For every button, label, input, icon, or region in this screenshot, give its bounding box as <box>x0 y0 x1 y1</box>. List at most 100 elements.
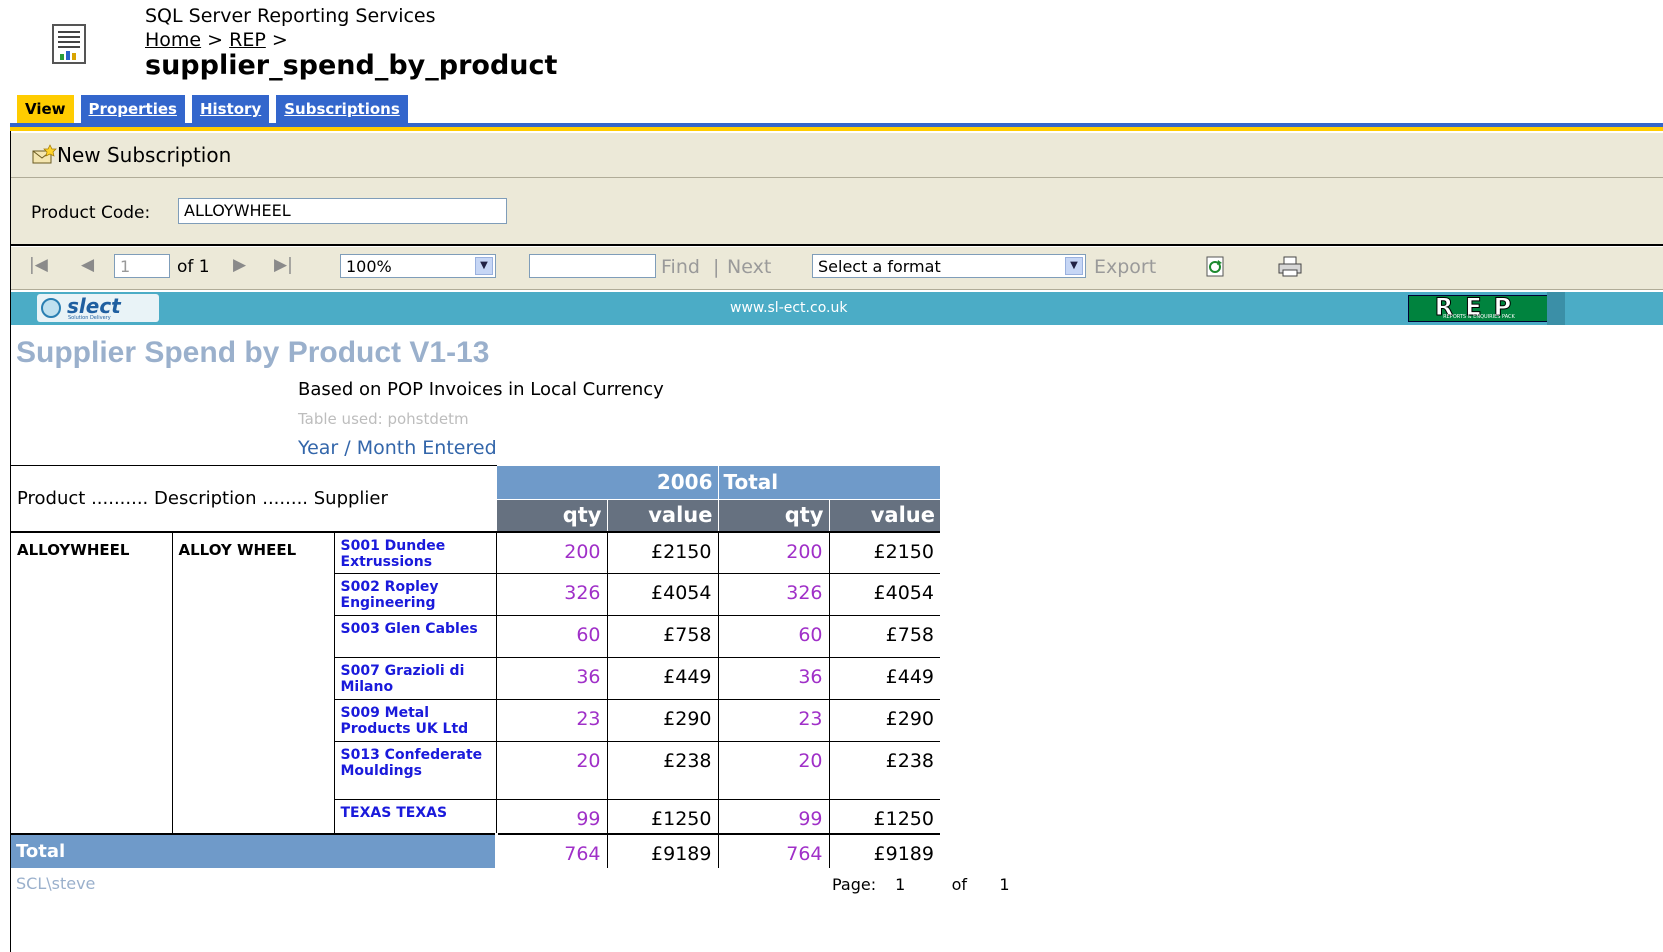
supplier-link[interactable]: S009 Metal Products UK Ltd <box>333 699 496 742</box>
next-page-icon[interactable]: ▶ <box>233 255 246 275</box>
supplier-link[interactable]: S001 Dundee Extrussions <box>333 530 496 574</box>
total-value-cell: £4054 <box>828 573 940 616</box>
table-used-note: Table used: pohstdetm <box>298 410 469 428</box>
breadcrumb: Home > REP > <box>145 29 288 51</box>
parameter-area: Product Code: ALLOYWHEEL <box>11 178 1663 246</box>
tab-history[interactable]: History <box>191 95 270 123</box>
new-subscription-button[interactable]: New Subscription <box>31 143 231 167</box>
qty-column-header: qty <box>495 499 607 532</box>
supplier-link[interactable]: S003 Glen Cables <box>333 615 496 658</box>
total-value-column-header: value <box>828 499 940 532</box>
total-value-cell: £9189 <box>606 832 718 868</box>
report-toolbar: |◀ ◀ 1 of 1 ▶ ▶| 100% ▼ Find | Next Sele… <box>11 247 1663 290</box>
export-format-value: Select a format <box>818 257 941 276</box>
report-title: Supplier Spend by Product V1-13 <box>16 336 490 369</box>
breadcrumb-home-link[interactable]: Home <box>145 29 201 51</box>
total-qty-cell: 36 <box>717 657 829 700</box>
new-subscription-icon <box>32 144 57 164</box>
breadcrumb-separator: > <box>271 29 288 51</box>
breadcrumb-rep-link[interactable]: REP <box>229 29 266 51</box>
refresh-icon[interactable] <box>1205 256 1227 278</box>
page-label: Page: <box>832 875 877 894</box>
report-banner: slect Solution Delivery www.sl-ect.co.uk… <box>11 292 1663 325</box>
total-value-cell: £449 <box>828 657 940 700</box>
slect-logo: slect Solution Delivery <box>37 294 159 322</box>
total-value-cell: £290 <box>828 699 940 742</box>
report-table: Product .......... Description ........ … <box>11 465 940 868</box>
total-qty-cell: 200 <box>717 530 829 574</box>
row-header: Product .......... Description ........ … <box>11 465 496 532</box>
value-cell: £290 <box>606 699 718 742</box>
grand-total-qty-cell: 764 <box>717 832 829 868</box>
banner-url: www.sl-ect.co.uk <box>730 300 848 316</box>
qty-cell: 200 <box>495 530 607 574</box>
qty-cell: 36 <box>495 657 607 700</box>
qty-cell: 23 <box>495 699 607 742</box>
find-link[interactable]: Find <box>661 256 700 278</box>
product-cell: ALLOYWHEEL <box>11 530 172 834</box>
find-input[interactable] <box>529 254 656 278</box>
app-title: SQL Server Reporting Services <box>145 5 436 27</box>
year-column-header: 2006 <box>495 465 718 500</box>
product-code-label: Product Code: <box>31 203 151 223</box>
export-link[interactable]: Export <box>1094 256 1156 278</box>
total-qty-cell: 20 <box>717 741 829 800</box>
rep-logo-tagline: REPORTS & ENQUIRIES PACK <box>1443 314 1515 320</box>
page-count-label: of 1 <box>177 257 210 277</box>
page-total: 1 <box>999 875 1010 894</box>
tab-properties[interactable]: Properties <box>80 95 185 123</box>
supplier-link[interactable]: S013 Confederate Mouldings <box>333 741 496 800</box>
qty-cell: 326 <box>495 573 607 616</box>
page-title: supplier_spend_by_product <box>145 50 558 81</box>
next-link[interactable]: Next <box>727 256 771 278</box>
print-icon[interactable] <box>1277 256 1303 278</box>
value-cell: £1250 <box>606 799 718 834</box>
footer-page-info: Page: 1 of 1 <box>832 875 1010 894</box>
table-row: ALLOYWHEEL ALLOY WHEEL S001 Dundee Extru… <box>11 530 940 834</box>
total-value-cell: £2150 <box>828 530 940 574</box>
zoom-select[interactable]: 100% ▼ <box>340 254 496 278</box>
total-value-cell: £758 <box>828 615 940 658</box>
value-cell: £2150 <box>606 530 718 574</box>
value-cell: £4054 <box>606 573 718 616</box>
year-month-header: Year / Month Entered <box>298 437 497 459</box>
last-page-icon[interactable]: ▶| <box>274 255 293 275</box>
subscription-toolbar: New Subscription <box>11 133 1663 178</box>
page-number-input[interactable]: 1 <box>114 254 170 278</box>
total-qty-cell: 326 <box>717 573 829 616</box>
previous-page-icon[interactable]: ◀ <box>81 255 94 275</box>
product-code-input[interactable]: ALLOYWHEEL <box>178 198 507 224</box>
supplier-link[interactable]: S007 Grazioli di Milano <box>333 657 496 700</box>
description-cell: ALLOY WHEEL <box>171 530 334 834</box>
total-row-label: Total <box>11 832 498 868</box>
supplier-link[interactable]: TEXAS TEXAS <box>333 799 496 834</box>
chevron-down-icon[interactable]: ▼ <box>1065 257 1083 275</box>
qty-cell: 20 <box>495 741 607 800</box>
total-value-cell: £238 <box>828 741 940 800</box>
breadcrumb-separator: > <box>207 29 224 51</box>
banner-edge <box>1547 292 1565 325</box>
value-cell: £449 <box>606 657 718 700</box>
chevron-down-icon[interactable]: ▼ <box>475 257 493 275</box>
export-format-select[interactable]: Select a format ▼ <box>812 254 1086 278</box>
supplier-link[interactable]: S002 Ropley Engineering <box>333 573 496 616</box>
value-cell: £758 <box>606 615 718 658</box>
total-row: Total 764 £9189 764 £9189 <box>11 832 940 868</box>
report-subtitle: Based on POP Invoices in Local Currency <box>298 379 664 400</box>
of-label: of <box>951 875 968 894</box>
first-page-icon[interactable]: |◀ <box>29 255 48 275</box>
total-qty-cell: 23 <box>717 699 829 742</box>
tab-underline-yellow <box>10 127 1663 131</box>
slect-logo-mark <box>41 298 61 318</box>
grand-total-value-cell: £9189 <box>828 832 940 868</box>
tab-subscriptions[interactable]: Subscriptions <box>276 95 408 123</box>
total-qty-cell: 764 <box>495 832 607 868</box>
total-qty-cell: 60 <box>717 615 829 658</box>
qty-cell: 99 <box>495 799 607 834</box>
report-icon <box>52 24 86 64</box>
new-subscription-label: New Subscription <box>57 143 232 167</box>
footer-user: SCL\steve <box>16 874 96 893</box>
total-qty-cell: 99 <box>717 799 829 834</box>
total-value-cell: £1250 <box>828 799 940 834</box>
total-column-header: Total <box>717 465 940 500</box>
